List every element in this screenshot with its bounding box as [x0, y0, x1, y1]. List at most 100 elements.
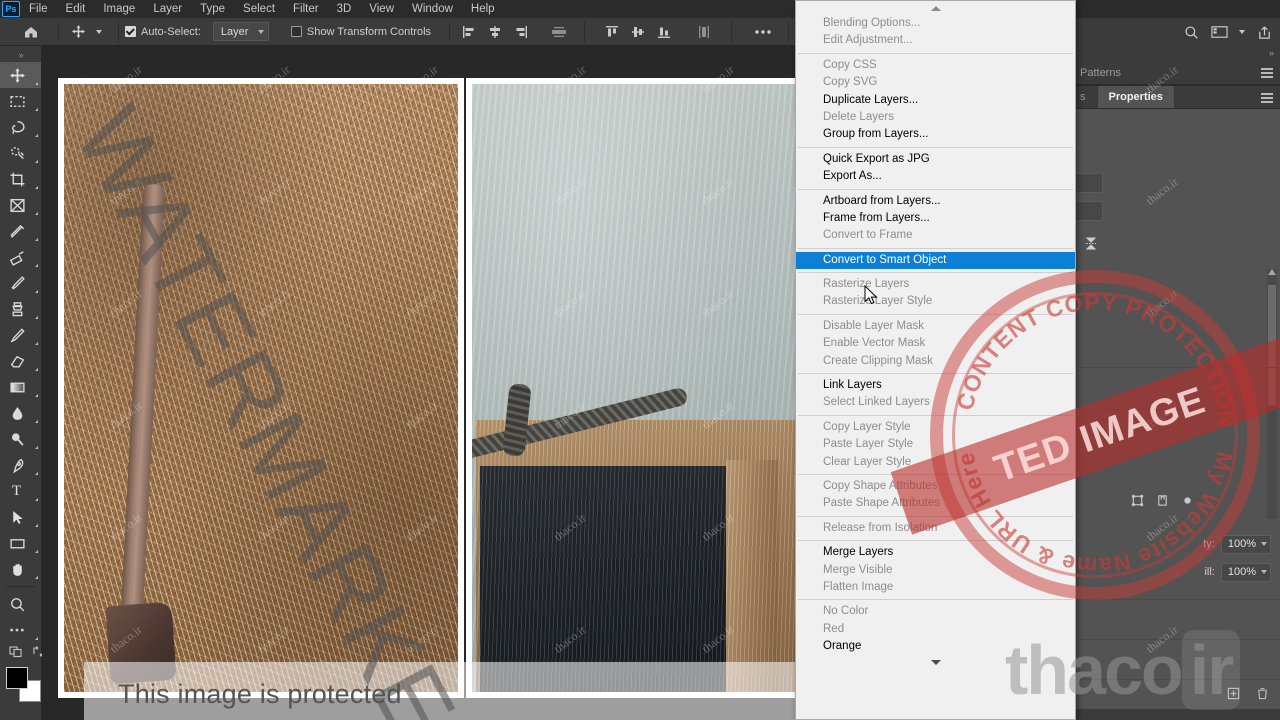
menu-view[interactable]: View	[360, 0, 403, 18]
tool-frame-tool[interactable]	[0, 192, 41, 218]
tool-path-selection-tool[interactable]	[0, 504, 41, 530]
panel-menu-icon[interactable]	[1261, 68, 1273, 78]
align-distribute-icon[interactable]	[1083, 235, 1099, 254]
scroll-up-arrow[interactable]	[796, 1, 1075, 15]
show-transform-checkbox[interactable]	[290, 26, 302, 37]
lock-all-icon[interactable]	[1181, 494, 1194, 510]
home-icon[interactable]	[18, 20, 44, 44]
align-left-edges-icon[interactable]	[456, 20, 482, 44]
menu-separator	[798, 473, 1073, 475]
distribute-horizontal-icon[interactable]	[546, 20, 572, 44]
scrollbar-thumb[interactable]	[1268, 285, 1276, 405]
tool-quick-selection-tool[interactable]	[0, 140, 41, 166]
auto-select-checkbox[interactable]	[125, 26, 136, 37]
tool-preset-chevron-icon[interactable]	[96, 29, 102, 34]
align-horizontal-centers-icon[interactable]	[482, 20, 508, 44]
opacity-value-field[interactable]: 100%	[1220, 534, 1271, 554]
quick-mask-icon[interactable]	[9, 645, 23, 661]
tool-hand-tool[interactable]	[0, 556, 41, 582]
delete-layer-icon[interactable]	[1256, 687, 1269, 703]
menu-item-group-from-layers[interactable]: Group from Layers...	[796, 126, 1075, 143]
panel-scrollbar[interactable]	[1267, 269, 1277, 519]
layer-context-menu[interactable]: Blending Options... Edit Adjustment... Cop…	[795, 0, 1076, 720]
menu-select[interactable]: Select	[234, 0, 284, 18]
scrollbar-up-arrow[interactable]	[1268, 269, 1276, 275]
lock-position-icon[interactable]	[1156, 494, 1169, 510]
show-transform-control[interactable]: Show Transform Controls	[290, 26, 431, 38]
workspace-icon[interactable]	[1211, 25, 1228, 39]
tool-type-tool[interactable]: T	[0, 478, 41, 504]
menu-window[interactable]: Window	[403, 0, 462, 18]
menu-item-artboard-from-layers[interactable]: Artboard from Layers...	[796, 193, 1075, 210]
hay-straw-with-axe-photo[interactable]	[58, 78, 464, 698]
align-top-edges-icon[interactable]	[599, 20, 625, 44]
menu-item-merge-layers[interactable]: Merge Layers	[796, 544, 1075, 561]
tool-gradient-tool[interactable]	[0, 374, 41, 400]
menu-item-copy-layer-style: Copy Layer Style	[823, 420, 911, 433]
divider	[1069, 409, 1280, 410]
toolbar-collapse-button[interactable]: »	[0, 48, 41, 62]
chevron-down-icon[interactable]	[1261, 542, 1267, 546]
auto-select-control[interactable]: Auto-Select:	[125, 26, 201, 38]
tool-lasso-tool[interactable]	[0, 114, 41, 140]
tool-dodge-tool[interactable]	[0, 426, 41, 452]
menu-3d[interactable]: 3D	[328, 0, 361, 18]
menu-item-paste-shape-attributes: Paste Shape Attributes	[823, 497, 940, 510]
tool-rectangle-tool[interactable]	[0, 530, 41, 556]
tool-edit-toolbar[interactable]	[0, 617, 41, 643]
menu-image[interactable]: Image	[94, 0, 144, 18]
menu-layer[interactable]: Layer	[144, 0, 191, 18]
tool-zoom-tool[interactable]	[0, 591, 41, 617]
menu-item-duplicate-layers[interactable]: Duplicate Layers...	[796, 92, 1075, 109]
align-vertical-centers-icon[interactable]	[625, 20, 651, 44]
align-bottom-edges-icon[interactable]	[651, 20, 677, 44]
tool-crop-tool[interactable]	[0, 166, 41, 192]
menu-type[interactable]: Type	[191, 0, 234, 18]
document-window[interactable]	[58, 78, 812, 720]
divider	[1069, 367, 1280, 368]
dock-collapse-button[interactable]: »	[1069, 46, 1280, 61]
tab-patterns[interactable]: Patterns	[1069, 61, 1133, 84]
tool-pen-tool[interactable]	[0, 452, 41, 478]
menu-item-link-layers[interactable]: Link Layers	[796, 377, 1075, 394]
scroll-down-arrow[interactable]	[796, 656, 1075, 670]
share-icon[interactable]	[1257, 25, 1272, 40]
tool-move-tool[interactable]	[0, 62, 41, 88]
tool-spot-healing-brush-tool[interactable]	[0, 244, 41, 270]
menu-filter[interactable]: Filter	[284, 0, 328, 18]
panel-menu-icon[interactable]	[1261, 93, 1273, 103]
menu-item-convert-to-smart-object[interactable]: Convert to Smart Object	[796, 251, 1075, 270]
tool-clone-stamp-tool[interactable]	[0, 296, 41, 322]
chevron-down-icon[interactable]	[1261, 570, 1267, 574]
divider	[731, 21, 733, 42]
transform-lock-icon[interactable]	[1131, 494, 1144, 510]
align-right-edges-icon[interactable]	[508, 20, 534, 44]
workspace-chevron-down-icon[interactable]	[1234, 30, 1245, 34]
tool-eraser-tool[interactable]	[0, 348, 41, 374]
search-icon[interactable]	[1184, 25, 1199, 40]
menu-item-quick-export-as-jpg[interactable]: Quick Export as JPG	[796, 151, 1075, 168]
foreground-color-swatch[interactable]	[6, 667, 28, 689]
chalkboard-wooden-frame-photo[interactable]	[466, 78, 812, 698]
menu-item-orange[interactable]: Orange	[796, 638, 1075, 655]
tool-history-brush-tool[interactable]	[0, 322, 41, 348]
menu-item-frame-from-layers[interactable]: Frame from Layers...	[796, 210, 1075, 227]
tool-brush-tool[interactable]	[0, 270, 41, 296]
menu-file[interactable]: File	[20, 0, 57, 18]
tab-properties[interactable]: Properties	[1097, 86, 1175, 108]
fill-value-field[interactable]: 100%	[1220, 562, 1271, 582]
add-layer-icon[interactable]	[1227, 687, 1240, 703]
more-options-icon[interactable]	[750, 20, 776, 44]
tool-blur-tool[interactable]	[0, 400, 41, 426]
menu-help[interactable]: Help	[462, 0, 504, 18]
distribute-vertical-icon[interactable]	[691, 20, 717, 44]
move-tool-icon[interactable]	[65, 20, 91, 44]
color-swatches[interactable]	[6, 667, 41, 711]
menu-item-export-as[interactable]: Export As...	[796, 168, 1075, 185]
menu-edit[interactable]: Edit	[57, 0, 95, 18]
layer-scope-select[interactable]: Layer	[212, 22, 269, 41]
tool-eyedropper-tool[interactable]	[0, 218, 41, 244]
tool-rectangular-marquee-tool[interactable]	[0, 88, 41, 114]
menu-item-create-clipping-mask: Create Clipping Mask	[823, 354, 933, 367]
menu-separator	[798, 52, 1073, 54]
